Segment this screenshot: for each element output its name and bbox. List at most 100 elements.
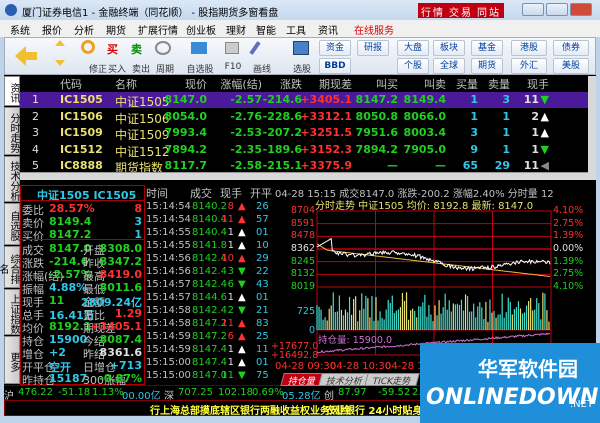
bbd-button[interactable]: BBD bbox=[319, 58, 351, 74]
cell: 8147.0 bbox=[164, 93, 207, 106]
stock-picker-icon[interactable] bbox=[293, 41, 309, 55]
quote-value: +2 bbox=[49, 346, 66, 359]
maximize-button[interactable] bbox=[546, 3, 568, 16]
site-button[interactable]: 同站 bbox=[474, 3, 504, 19]
dropdown-4[interactable]: 基金 bbox=[471, 40, 503, 56]
sidebar-tab[interactable]: 综合排名 bbox=[0, 246, 20, 288]
column-header[interactable]: 叫买 bbox=[376, 76, 398, 92]
close-button[interactable] bbox=[570, 3, 592, 16]
toolbar-label[interactable]: 选股 bbox=[289, 62, 315, 75]
period-icon[interactable] bbox=[155, 41, 171, 55]
dropdown-1[interactable]: 研报 bbox=[357, 40, 389, 56]
column-header[interactable]: 现价 bbox=[185, 76, 207, 92]
sell-icon[interactable]: 卖 bbox=[131, 41, 142, 57]
cell: — bbox=[435, 159, 446, 172]
tab-2[interactable]: TICK走势 bbox=[364, 373, 421, 387]
dropdown-0[interactable]: 资金 bbox=[319, 40, 351, 56]
column-header[interactable]: 名称 bbox=[115, 76, 137, 92]
down-arrow-icon[interactable] bbox=[55, 60, 65, 66]
dropdown-2[interactable]: 大盘 bbox=[397, 40, 429, 56]
menu-3[interactable]: 期货 bbox=[106, 22, 126, 37]
ticker-item[interactable]: 农业银行 24小时贴身的 bbox=[325, 402, 432, 417]
sidebar-tab[interactable]: 资讯 bbox=[4, 76, 20, 106]
table-row[interactable]: 3 IC1509 中证1509 7993.4 -2.53 -207.2 +3251.5 795… bbox=[20, 125, 588, 142]
pct-tick: 2.75% bbox=[553, 268, 584, 280]
table-row[interactable]: 1 IC1505 中证1505 8147.0 -2.57 -214.6 +3405.1 814… bbox=[20, 92, 588, 109]
cell: 7905.0 bbox=[403, 142, 446, 156]
down-arrow-icon: ▼ bbox=[238, 279, 246, 290]
menu-9[interactable]: 资讯 bbox=[318, 22, 338, 37]
tick-volume: 1 bbox=[227, 240, 234, 251]
ticker-item[interactable]: 行上海总部摸底辖区银行两融收益权业务风险 bbox=[150, 402, 350, 417]
pct-tick: 1.39% bbox=[553, 255, 584, 267]
menu-10[interactable]: 在线服务 bbox=[354, 22, 394, 37]
dropdown-7[interactable]: 个股 bbox=[397, 58, 429, 74]
draw-line-icon[interactable] bbox=[249, 41, 261, 55]
sidebar-tab[interactable]: 分时走势 bbox=[4, 107, 20, 155]
toolbar-label[interactable]: 卖出 bbox=[131, 62, 151, 75]
column-header[interactable]: 现手 bbox=[527, 76, 549, 92]
sidebar-tab[interactable]: 上证指数 bbox=[4, 289, 20, 335]
dropdown-11[interactable]: 美股 bbox=[553, 58, 589, 74]
cell: 11 bbox=[523, 93, 539, 106]
back-arrow-icon[interactable] bbox=[15, 46, 37, 66]
column-header[interactable]: 期现差 bbox=[319, 76, 352, 92]
tick-price: 8147.2 bbox=[192, 331, 227, 342]
cell: -2.58 bbox=[230, 159, 262, 172]
dropdown-5[interactable]: 港股 bbox=[511, 40, 547, 56]
table-row[interactable]: 4 IC1512 中证1512 7894.2 -2.35 -189.6 +3152.3 789… bbox=[20, 142, 588, 159]
price-tick: 8478 bbox=[290, 230, 315, 242]
cell: -228.6 bbox=[262, 109, 302, 123]
toolbar-label[interactable]: 周期 bbox=[155, 62, 175, 75]
column-header[interactable]: 涨跌 bbox=[280, 76, 302, 92]
favorites-icon[interactable] bbox=[191, 42, 207, 54]
menu-2[interactable]: 分析 bbox=[74, 22, 94, 37]
vertical-scrollbar[interactable] bbox=[588, 76, 596, 180]
toolbar-label[interactable]: 买入 bbox=[107, 62, 127, 75]
dropdown-8[interactable]: 全球 bbox=[433, 58, 465, 74]
quote-button[interactable]: 行情 bbox=[418, 3, 448, 19]
price-tick: 8019 bbox=[290, 281, 315, 292]
tick-header: 开平 bbox=[250, 187, 272, 200]
menu-1[interactable]: 报价 bbox=[42, 22, 62, 37]
column-header[interactable]: 涨幅(结) bbox=[220, 76, 262, 92]
tick-price: 8140.2 bbox=[192, 201, 227, 212]
tick-volume: 2 bbox=[227, 305, 234, 316]
menu-4[interactable]: 扩展行情 bbox=[138, 22, 178, 37]
tick-volume: 1 bbox=[227, 357, 234, 368]
sidebar-tab[interactable]: 技术分析 bbox=[4, 156, 20, 202]
sidebar-tab[interactable]: 更多 bbox=[4, 336, 20, 384]
toolbar-label[interactable]: 自选股 bbox=[185, 62, 215, 75]
trade-button[interactable]: 交易 bbox=[446, 3, 476, 19]
column-header[interactable]: 买量 bbox=[456, 76, 478, 92]
toolbar-label[interactable]: 画线 bbox=[249, 62, 275, 75]
buy-icon[interactable]: 买 bbox=[107, 41, 118, 57]
tick-time: 15:14:58 bbox=[146, 318, 191, 329]
dropdown-6[interactable]: 债券 bbox=[553, 40, 589, 56]
horizontal-scrollbar[interactable] bbox=[20, 172, 588, 180]
sidebar-tab[interactable]: 自选股 bbox=[4, 203, 20, 245]
tick-price: 8147.4 bbox=[192, 344, 227, 355]
menu-6[interactable]: 理财 bbox=[226, 22, 246, 37]
volume-tick: 0 bbox=[308, 325, 315, 336]
dropdown-9[interactable]: 期货 bbox=[471, 58, 503, 74]
column-header[interactable]: 叫卖 bbox=[424, 76, 446, 92]
pct-tick: 0.00% bbox=[553, 243, 584, 254]
refresh-icon[interactable] bbox=[81, 40, 95, 54]
toolbar-label[interactable]: F10 bbox=[223, 62, 243, 72]
cell: 1 bbox=[531, 126, 539, 139]
quote-value: 8419.0 bbox=[99, 268, 142, 281]
tick-volume: 11 bbox=[221, 214, 234, 225]
f10-icon[interactable] bbox=[225, 42, 239, 54]
menu-0[interactable]: 系统 bbox=[10, 22, 30, 37]
menu-7[interactable]: 智能 bbox=[256, 22, 276, 37]
dropdown-10[interactable]: 外汇 bbox=[511, 58, 547, 74]
menu-8[interactable]: 工具 bbox=[286, 22, 306, 37]
column-header[interactable]: 卖量 bbox=[488, 76, 510, 92]
column-header[interactable]: 代码 bbox=[60, 76, 82, 92]
table-row[interactable]: 2 IC1506 中证1506 8054.0 -2.76 -228.6 +3312.1 805… bbox=[20, 109, 588, 126]
minimize-button[interactable] bbox=[522, 3, 544, 16]
dropdown-3[interactable]: 板块 bbox=[433, 40, 465, 56]
menu-5[interactable]: 创业板 bbox=[186, 22, 216, 37]
up-arrow-icon[interactable] bbox=[55, 40, 65, 46]
